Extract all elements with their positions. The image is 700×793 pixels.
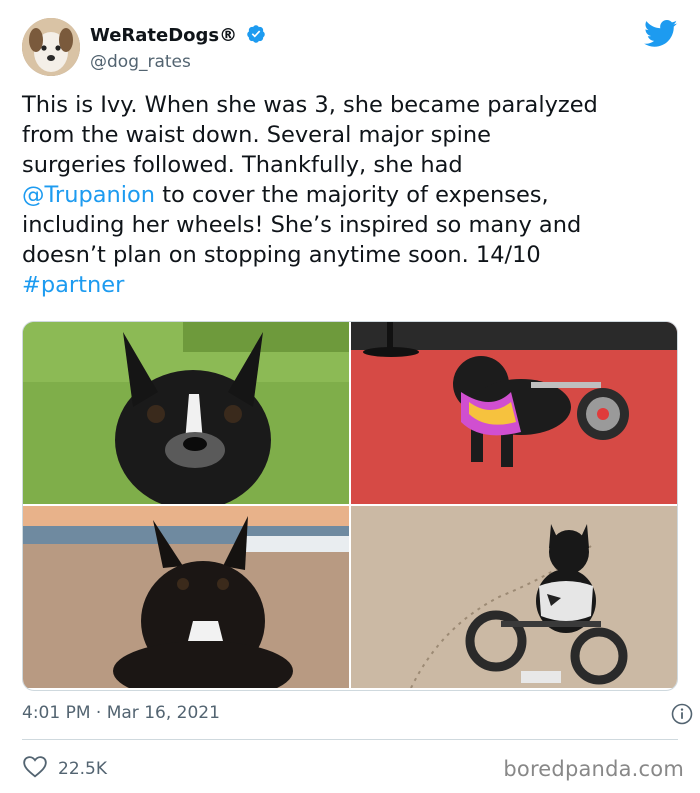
photo-dog-on-beach-sunset[interactable]	[23, 506, 349, 688]
like-action[interactable]: 22.5K	[22, 754, 107, 783]
tweet-text-part-1: This is Ivy. When she was 3, she became …	[22, 92, 598, 178]
photo-dog-wheelchair-sand[interactable]	[351, 506, 677, 688]
timestamp-separator: ·	[90, 703, 107, 723]
watermark: boredpanda.com	[503, 757, 684, 781]
photo-dog-on-grass[interactable]	[23, 322, 349, 504]
heart-icon[interactable]	[22, 754, 48, 783]
hashtag-link[interactable]: #partner	[22, 272, 124, 298]
timestamp[interactable]: 4:01 PM · Mar 16, 2021	[22, 703, 672, 723]
author-handle[interactable]: @dog_rates	[90, 52, 266, 72]
verified-badge-icon	[246, 24, 266, 48]
tweet-text: This is Ivy. When she was 3, she became …	[22, 90, 682, 300]
tweet-date[interactable]: Mar 16, 2021	[107, 703, 220, 723]
author-block: WeRateDogs® @dog_rates	[90, 24, 266, 72]
tweet-time[interactable]: 4:01 PM	[22, 703, 91, 723]
like-count: 22.5K	[58, 758, 107, 779]
tweet-header: WeRateDogs® @dog_rates	[22, 18, 682, 78]
avatar[interactable]	[22, 18, 80, 76]
divider	[22, 739, 678, 740]
media-grid	[22, 321, 678, 691]
info-icon[interactable]	[670, 702, 694, 726]
mention-link[interactable]: @Trupanion	[22, 182, 155, 208]
author-name[interactable]: WeRateDogs®	[90, 25, 237, 46]
photo-dog-wheelchair-red-carpet[interactable]	[351, 322, 677, 504]
twitter-bird-icon[interactable]	[644, 20, 678, 48]
